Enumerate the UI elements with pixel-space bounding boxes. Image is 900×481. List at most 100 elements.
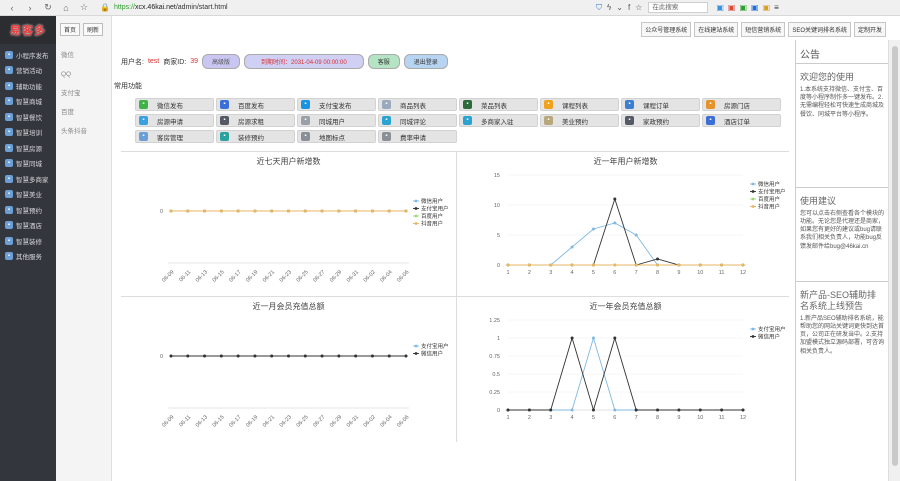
function-button[interactable]: ▪ 房源门店 xyxy=(702,98,781,111)
legend-marker xyxy=(414,207,418,210)
x-tick-label: 06-09 xyxy=(161,414,175,428)
sidebar-item[interactable]: ▪ 辅助功能 xyxy=(0,78,56,94)
function-button[interactable]: ▪ 房源申请 xyxy=(135,114,214,127)
city-icon: ▪ xyxy=(5,159,13,168)
function-button[interactable]: ▪ 微信发布 xyxy=(135,98,214,111)
legend-label[interactable]: 支付宝用户 xyxy=(758,325,786,333)
reload-icon[interactable]: ↻ xyxy=(42,2,54,13)
sidebar-item[interactable]: ▪ 小程序发布 xyxy=(0,47,56,63)
sidebar-item-label: 智慧商城 xyxy=(16,99,42,107)
function-button[interactable]: ▪ 家政预约 xyxy=(621,114,700,127)
data-point xyxy=(303,209,307,213)
legend-label[interactable]: 支付宝用户 xyxy=(421,205,449,213)
lightning-icon[interactable]: ϟ xyxy=(607,3,611,12)
function-button[interactable]: ▪ 课程列表 xyxy=(540,98,619,111)
star-icon[interactable]: ☆ xyxy=(78,2,90,13)
legend-label[interactable]: 百度用户 xyxy=(421,212,443,220)
sidebar-item[interactable]: ▪ 智慧美业 xyxy=(0,187,56,203)
data-point xyxy=(720,263,724,267)
extension-icon[interactable]: ▣ xyxy=(739,3,747,12)
x-tick-label: 06-04 xyxy=(379,414,393,428)
x-tick-label: 06-15 xyxy=(212,269,226,283)
legend-label[interactable]: 抖音用户 xyxy=(421,220,443,228)
decor-icon: ▪ xyxy=(220,132,229,141)
function-button[interactable]: ▪ 百度发布 xyxy=(216,98,295,111)
legend-label[interactable]: 微信用户 xyxy=(421,350,443,358)
function-button[interactable]: ▪ 同城评论 xyxy=(378,114,457,127)
home-icon[interactable]: ⌂ xyxy=(60,3,72,13)
y-tick-label: 5 xyxy=(497,233,500,239)
extension-icon[interactable]: ▣ xyxy=(763,3,771,12)
legend-label[interactable]: 支付宝用户 xyxy=(758,188,786,196)
sidebar-item[interactable]: ▪ 智慧预约 xyxy=(0,202,56,218)
sidebar-item[interactable]: ▪ 营销活动 xyxy=(0,63,56,79)
sidebar-item[interactable]: ▪ 智慧装修 xyxy=(0,233,56,249)
function-button[interactable]: ▪ 商品列表 xyxy=(378,98,457,111)
legend-label[interactable]: 微信用户 xyxy=(758,180,780,188)
scrollbar[interactable] xyxy=(888,40,900,481)
logout-button[interactable]: 退出登录 xyxy=(403,54,448,69)
platform-link[interactable]: 微信 xyxy=(61,46,111,65)
shield-icon[interactable]: ⛉ xyxy=(596,3,602,13)
x-tick-label: 12 xyxy=(740,270,746,276)
legend-label[interactable]: 百度用户 xyxy=(758,195,780,203)
sidebar-item[interactable]: ▪ 其他服务 xyxy=(0,249,56,265)
sidebar-item[interactable]: ▪ 智慧多商家 xyxy=(0,171,56,187)
top-link-button[interactable]: SEO关键词排名系统 xyxy=(788,22,851,37)
share-icon[interactable]: f xyxy=(628,3,630,12)
sidebar-item[interactable]: ▪ 智慧餐饮 xyxy=(0,109,56,125)
function-button[interactable]: ▪ 美业预约 xyxy=(540,114,619,127)
service-button[interactable]: 客服 xyxy=(367,54,400,69)
refresh-button[interactable]: 刷新 xyxy=(83,23,104,36)
function-button[interactable]: ▪ 费率申请 xyxy=(378,130,457,143)
function-button[interactable]: ▪ 酒店订单 xyxy=(702,114,781,127)
legend-marker xyxy=(751,182,755,186)
data-point xyxy=(527,408,531,412)
scrollbar-thumb[interactable] xyxy=(892,46,898,466)
sidebar-item[interactable]: ▪ 智慧酒店 xyxy=(0,218,56,234)
back-icon[interactable]: ‹ xyxy=(6,3,18,13)
function-label: 客房管理 xyxy=(157,134,183,142)
sidebar: 易客多 ▪ 小程序发布 ▪ 营销活动 ▪ 辅助功能 ▪ 智慧商城 ▪ 智慧餐饮 ▪ 智慧培训 ▪ 智慧房源… xyxy=(0,16,56,481)
function-label: 美业预约 xyxy=(562,118,588,126)
function-button[interactable]: ▪ 支付宝发布 xyxy=(297,98,376,111)
extension-icon[interactable]: ▣ xyxy=(716,3,724,12)
function-button[interactable]: ▪ 装修预约 xyxy=(216,130,295,143)
sidebar-item[interactable]: ▪ 智慧房源 xyxy=(0,140,56,156)
extension-icon[interactable]: ▣ xyxy=(728,3,736,12)
function-label: 百度发布 xyxy=(238,102,264,110)
top-link-button[interactable]: 在线建站系统 xyxy=(694,22,739,37)
function-button[interactable]: ▪ 课程订单 xyxy=(621,98,700,111)
top-link-button[interactable]: 短信营销系统 xyxy=(741,22,786,37)
top-link-button[interactable]: 定制开发 xyxy=(853,22,886,37)
legend-label[interactable]: 微信用户 xyxy=(421,197,443,205)
function-button[interactable]: ▪ 菜品列表 xyxy=(459,98,538,111)
logo[interactable]: 易客多 xyxy=(0,16,56,44)
platform-link[interactable]: 支付宝 xyxy=(61,84,111,103)
bookmark-icon[interactable]: ☆ xyxy=(635,3,642,12)
platform-link[interactable]: QQ xyxy=(61,65,111,84)
address-bar[interactable]: 🔒 https:// xcx.46kai.net /admin/start.ht… xyxy=(100,2,590,14)
function-button[interactable]: ▪ 房源求租 xyxy=(216,114,295,127)
platform-link[interactable]: 头条抖音 xyxy=(61,122,111,141)
browser-search-input[interactable]: 在此搜索 xyxy=(648,2,709,13)
dropdown-icon[interactable]: ⌄ xyxy=(616,3,623,12)
top-link-button[interactable]: 公众号管理系统 xyxy=(641,22,692,37)
x-tick-label: 06-13 xyxy=(195,414,209,428)
platform-link[interactable]: 百度 xyxy=(61,103,111,122)
function-button[interactable]: ▪ 多商家入驻 xyxy=(459,114,538,127)
home-button[interactable]: 首页 xyxy=(60,23,81,36)
function-button[interactable]: ▪ 地图标点 xyxy=(297,130,376,143)
legend-label[interactable]: 微信用户 xyxy=(758,333,780,341)
legend-label[interactable]: 抖音用户 xyxy=(758,203,780,211)
function-button[interactable]: ▪ 同城用户 xyxy=(297,114,376,127)
forward-icon[interactable]: › xyxy=(24,3,36,13)
menu-icon[interactable]: ≡ xyxy=(774,3,779,12)
sidebar-item[interactable]: ▪ 智慧同城 xyxy=(0,156,56,172)
sidebar-item[interactable]: ▪ 智慧商城 xyxy=(0,94,56,110)
url-path: /admin/start.html xyxy=(175,4,228,11)
legend-label[interactable]: 支付宝用户 xyxy=(421,342,449,350)
function-button[interactable]: ▪ 客房管理 xyxy=(135,130,214,143)
sidebar-item[interactable]: ▪ 智慧培训 xyxy=(0,125,56,141)
extension-icon[interactable]: ▣ xyxy=(751,3,759,12)
